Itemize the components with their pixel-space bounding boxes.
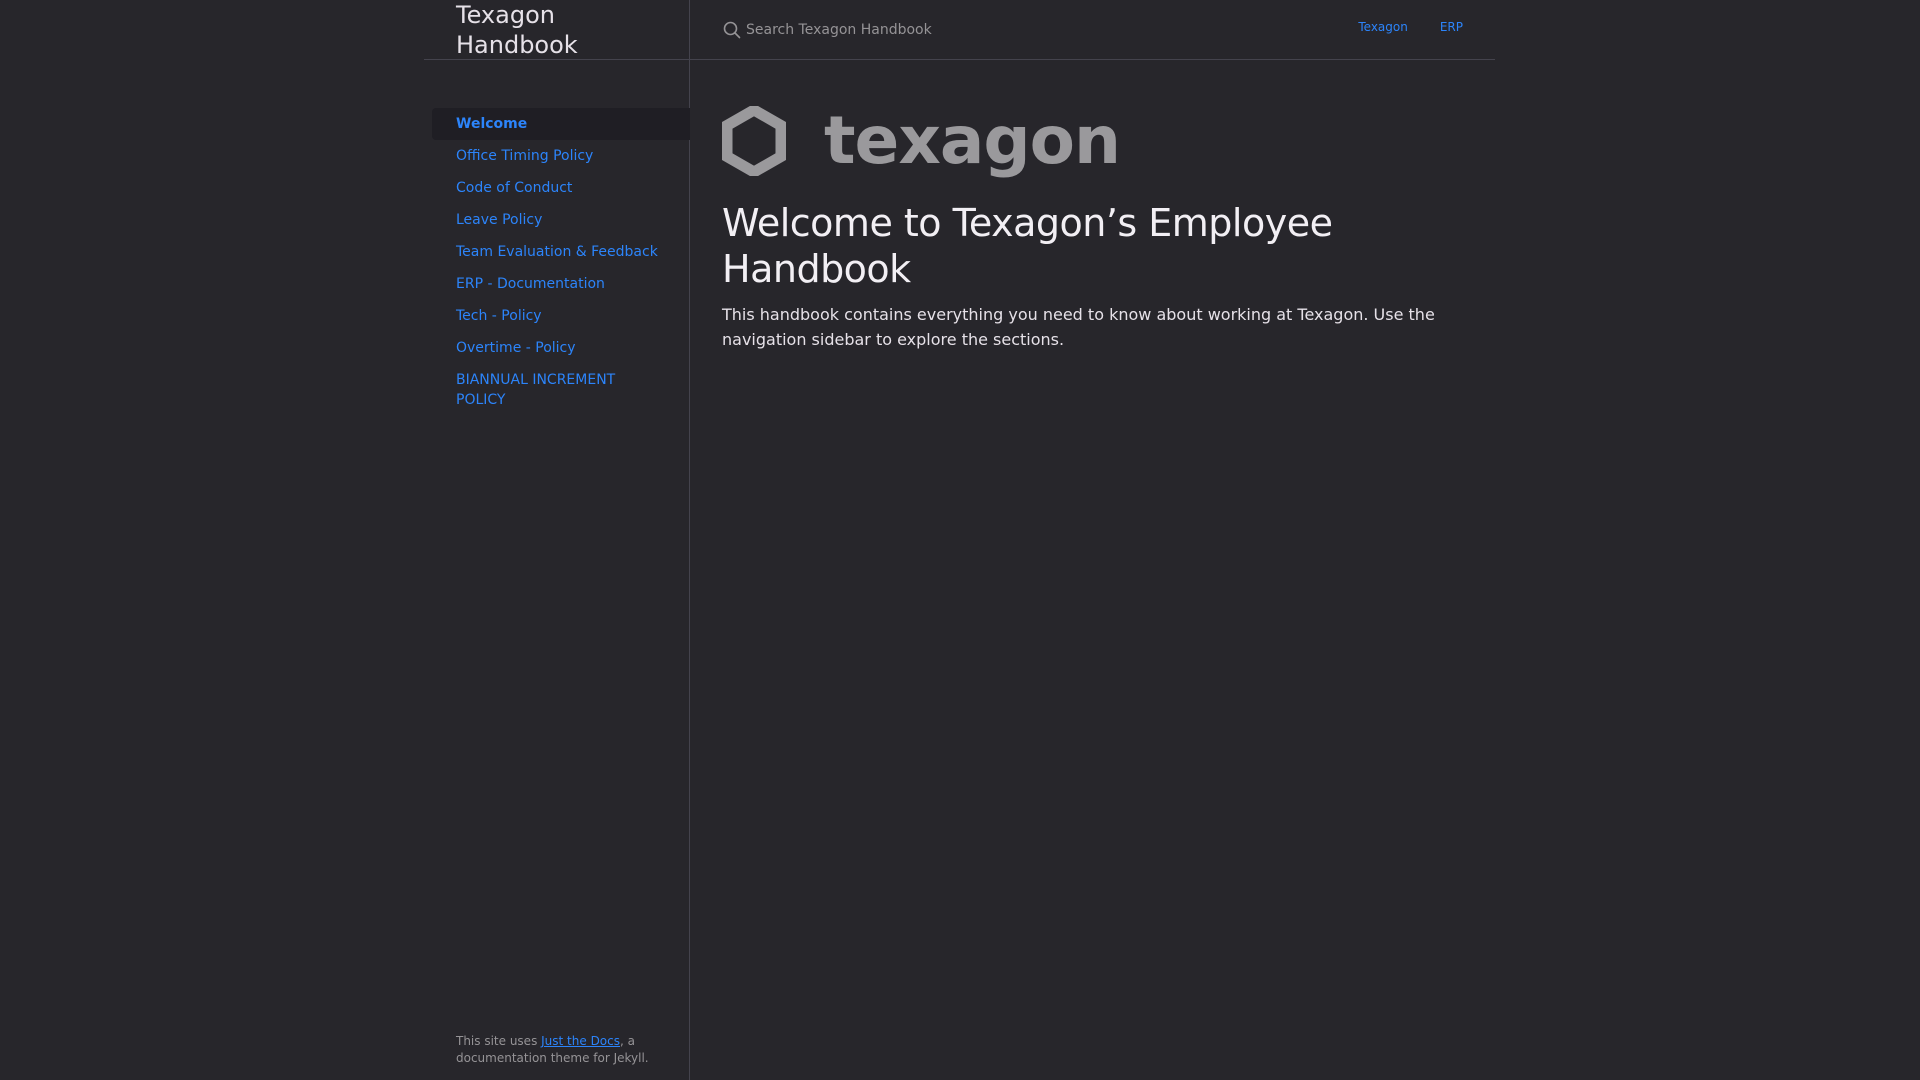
page-title: Welcome to Texagon’s Employee Handbook bbox=[722, 201, 1333, 291]
page: Texagon Handbook Welcome Office Timing P… bbox=[0, 0, 1920, 1080]
site-title[interactable]: Texagon Handbook bbox=[456, 0, 676, 60]
hexagon-logo-icon bbox=[722, 106, 786, 176]
intro-paragraph: This handbook contains everything you ne… bbox=[722, 305, 1435, 349]
aux-link-erp[interactable]: ERP bbox=[1440, 20, 1463, 34]
just-the-docs-link[interactable]: Just the Docs bbox=[541, 1034, 620, 1048]
footer-prefix: This site uses bbox=[456, 1034, 542, 1048]
site-header: Texagon Handbook bbox=[424, 0, 690, 60]
sidebar-item-erp-documentation[interactable]: ERP - Documentation bbox=[432, 268, 690, 300]
main-content: texagon Welcome to Texagon’s Employee Ha… bbox=[722, 106, 1482, 352]
sidebar-item-biannual-increment-policy[interactable]: BIANNUAL INCREMENT POLICY bbox=[432, 364, 690, 416]
sidebar-item-tech-policy[interactable]: Tech - Policy bbox=[432, 300, 690, 332]
logo-wordmark: texagon bbox=[824, 102, 1121, 179]
sidebar-item-office-timing-policy[interactable]: Office Timing Policy bbox=[432, 140, 690, 172]
sidebar-item-welcome[interactable]: Welcome bbox=[432, 108, 690, 140]
main-header: Texagon ERP bbox=[690, 0, 1495, 60]
sidebar-item-overtime-policy[interactable]: Overtime - Policy bbox=[432, 332, 690, 364]
search-input[interactable] bbox=[746, 14, 1266, 46]
sidebar-item-leave-policy[interactable]: Leave Policy bbox=[432, 204, 690, 236]
aux-nav: Texagon ERP bbox=[1358, 20, 1463, 34]
sidebar-nav: Welcome Office Timing Policy Code of Con… bbox=[432, 108, 690, 416]
aux-link-texagon[interactable]: Texagon bbox=[1358, 20, 1407, 34]
sidebar-item-code-of-conduct[interactable]: Code of Conduct bbox=[432, 172, 690, 204]
site-footer-note: This site uses Just the Docs, a document… bbox=[456, 1033, 656, 1067]
sidebar-item-team-evaluation-feedback[interactable]: Team Evaluation & Feedback bbox=[432, 236, 690, 268]
search-icon bbox=[723, 21, 741, 39]
texagon-logo: texagon bbox=[722, 106, 1482, 176]
sidebar: Texagon Handbook Welcome Office Timing P… bbox=[0, 0, 690, 1080]
